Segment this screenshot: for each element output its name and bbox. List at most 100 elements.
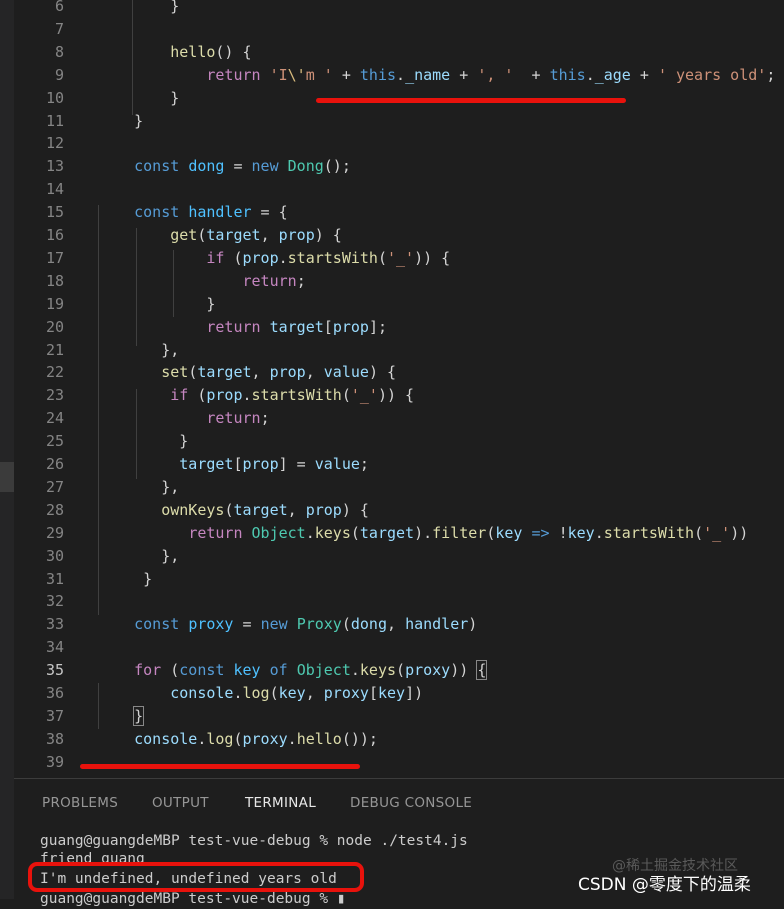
code-line[interactable]: 23 if (prop.startsWith('_')) {	[14, 384, 784, 407]
code-token: keys	[314, 523, 351, 542]
code-line[interactable]: 11 }	[14, 110, 784, 133]
code-token: Object	[251, 523, 306, 542]
code-line[interactable]: 13 const dong = new Dong();	[14, 155, 784, 178]
code-token: proxy	[188, 615, 234, 634]
code-line[interactable]: 19 }	[14, 293, 784, 316]
code-line[interactable]: 22 set(target, prop, value) {	[14, 361, 784, 384]
line-number: 10	[45, 88, 64, 107]
code-token: const	[179, 661, 225, 680]
code-token: '_'	[387, 248, 415, 267]
code-line[interactable]: 24 return;	[14, 407, 784, 430]
line-number: 11	[45, 111, 64, 130]
code-line[interactable]: 8 hello() {	[14, 41, 784, 64]
code-text: get(target, prop) {	[98, 224, 342, 247]
code-token: ();	[323, 157, 351, 176]
line-number: 22	[45, 363, 64, 382]
code-line[interactable]: 25 }	[14, 430, 784, 453]
code-line[interactable]: 39	[14, 751, 784, 774]
code-token: =	[233, 615, 261, 634]
code-token: (	[341, 615, 351, 634]
code-token: )) {	[377, 386, 415, 405]
code-text: if (prop.startsWith('_')) {	[98, 384, 414, 407]
line-number: 25	[45, 432, 64, 451]
code-line[interactable]: 37 }	[14, 705, 784, 728]
code-token: target	[179, 455, 234, 473]
code-token: (	[396, 661, 406, 680]
code-token: 'I	[269, 65, 288, 84]
code-token: ,	[287, 500, 306, 519]
code-token: ) {	[368, 363, 397, 382]
line-number: 27	[45, 477, 64, 496]
code-text: }	[98, 0, 179, 18]
code-line[interactable]: 30 },	[14, 545, 784, 568]
code-line[interactable]: 26 target[prop] = value;	[14, 453, 784, 476]
code-line[interactable]: 17 if (prop.startsWith('_')) {	[14, 247, 784, 270]
code-token: ).	[414, 523, 433, 542]
code-line[interactable]: 7	[14, 18, 784, 41]
code-token: key	[377, 684, 406, 702]
code-token: Dong	[287, 157, 324, 176]
tab-debug-console[interactable]: DEBUG CONSOLE	[350, 795, 472, 811]
code-line[interactable]: 6 }	[14, 0, 784, 18]
code-line[interactable]: 16 get(target, prop) {	[14, 224, 784, 247]
code-token: prop	[206, 386, 243, 405]
code-token: ) {	[341, 500, 369, 519]
code-line[interactable]: 38 console.log(proxy.hello());	[14, 728, 784, 751]
code-token: },	[98, 546, 180, 565]
code-line[interactable]: 35 for (const key of Object.keys(proxy))…	[14, 659, 784, 682]
code-line[interactable]: 29 return Object.keys(target).filter(key…	[14, 522, 784, 545]
tab-problems[interactable]: PROBLEMS	[42, 795, 118, 811]
code-line[interactable]: 33 const proxy = new Proxy(dong, handler…	[14, 613, 784, 636]
code-editor[interactable]: 6 } 7 8 hello() {9 return 'I\'m ' + this._…	[14, 0, 784, 778]
code-token: return	[242, 271, 297, 290]
line-number: 34	[45, 638, 64, 657]
code-token: (	[161, 661, 180, 680]
code-token: .	[278, 248, 288, 267]
code-token: ))	[450, 661, 478, 680]
line-number: 7	[54, 19, 64, 38]
code-token: }	[98, 111, 144, 130]
code-line[interactable]: 20 return target[prop];	[14, 316, 784, 339]
code-line[interactable]: 32	[14, 590, 784, 613]
code-token: .	[396, 65, 406, 84]
code-line[interactable]: 34	[14, 636, 784, 659]
code-line[interactable]: 27 },	[14, 476, 784, 499]
code-token: ] =	[278, 455, 315, 473]
code-line[interactable]: 9 return 'I\'m ' + this._name + ', ' + t…	[14, 64, 784, 87]
code-token: return	[206, 65, 261, 84]
code-text: }	[98, 705, 145, 728]
code-token: [	[368, 684, 378, 702]
code-line[interactable]: 36 console.log(key, proxy[key])	[14, 682, 784, 705]
tab-output[interactable]: OUTPUT	[152, 795, 209, 811]
line-number: 37	[45, 706, 64, 725]
line-number: 33	[45, 615, 64, 634]
code-line[interactable]: 18 return;	[14, 270, 784, 293]
code-line[interactable]: 31 }	[14, 568, 784, 591]
code-token: const	[134, 157, 180, 176]
code-text: console.log(proxy.hello());	[98, 728, 378, 751]
code-line[interactable]: 28 ownKeys(target, prop) {	[14, 499, 784, 522]
code-line[interactable]: 14	[14, 178, 784, 201]
code-token: get	[170, 226, 198, 244]
code-token: ;	[359, 455, 369, 473]
code-token: hello	[170, 42, 216, 61]
tab-terminal[interactable]: TERMINAL	[245, 795, 316, 811]
line-number: 23	[45, 386, 64, 405]
code-text: target[prop] = value;	[98, 453, 369, 476]
code-line[interactable]: 21 },	[14, 339, 784, 362]
code-line[interactable]: 12	[14, 132, 784, 155]
code-line[interactable]: 15 const handler = {	[14, 201, 784, 224]
line-number: 16	[45, 226, 64, 244]
terminal-prompt-last[interactable]: guang@guangdeMBP test-vue-debug % ▮	[40, 889, 346, 909]
code-token: m '	[305, 65, 333, 84]
code-token: ', '	[477, 65, 514, 84]
code-token: startsWith	[603, 523, 695, 542]
code-token: _age	[594, 65, 631, 84]
